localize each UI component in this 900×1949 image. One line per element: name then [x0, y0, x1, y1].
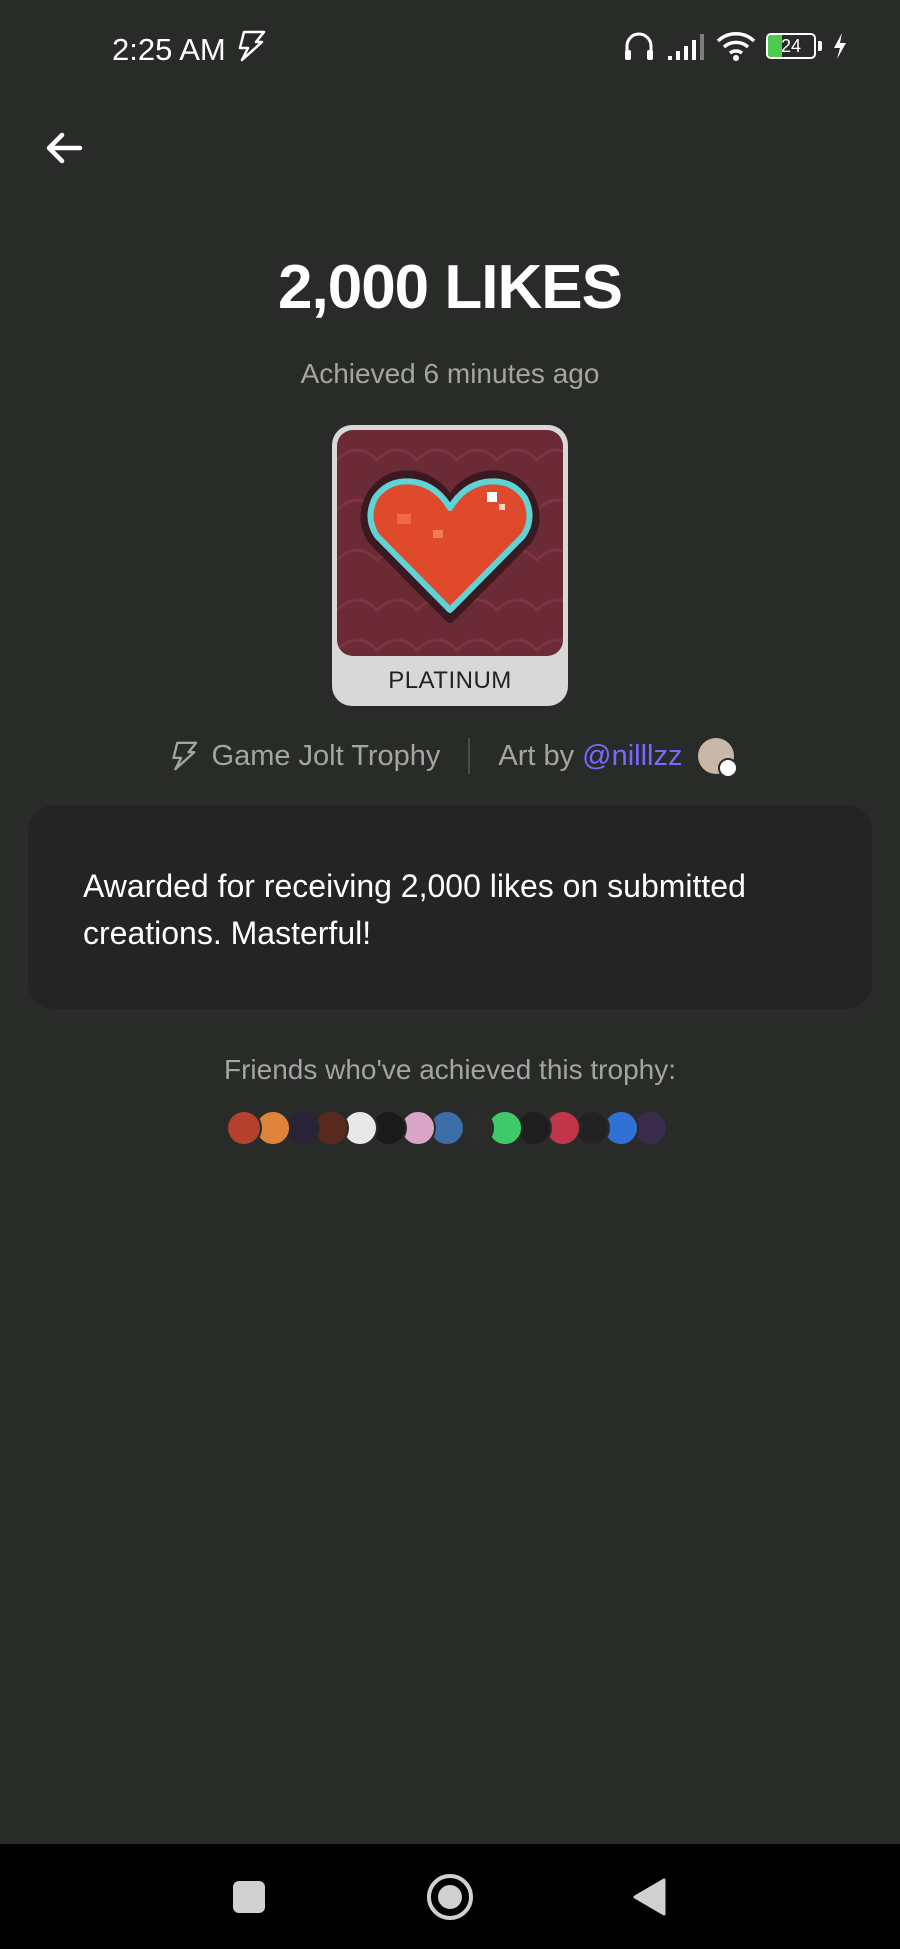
- description-card: Awarded for receiving 2,000 likes on sub…: [28, 805, 872, 1009]
- trophy-card: PLATINUM: [332, 425, 568, 706]
- artist-link[interactable]: @nilllzz: [582, 740, 682, 773]
- status-time: 2:25 AM: [112, 32, 226, 67]
- gamejolt-notification-icon: [238, 30, 266, 62]
- status-bar: 2:25 AM 24: [0, 0, 900, 100]
- battery-level: 24: [780, 36, 802, 56]
- trophy-source: Game Jolt Trophy: [211, 739, 441, 772]
- trophy-description: Awarded for receiving 2,000 likes on sub…: [83, 868, 746, 951]
- artist-avatar[interactable]: [698, 738, 739, 778]
- headphones-icon: [625, 32, 653, 60]
- charging-icon: [834, 33, 846, 59]
- verified-badge-icon: [718, 758, 739, 778]
- back-arrow-icon[interactable]: [40, 124, 90, 174]
- battery-indicator: 24: [766, 33, 816, 59]
- friend-avatar[interactable]: [226, 1110, 262, 1146]
- system-nav-bar: [0, 1844, 900, 1949]
- wifi-icon: [716, 32, 756, 61]
- trophy-title: 2,000 LIKES: [278, 253, 623, 322]
- heart-trophy-image: [337, 430, 563, 656]
- achieved-time: Achieved 6 minutes ago: [300, 358, 600, 389]
- friends-avatar-list[interactable]: [226, 1110, 668, 1146]
- friends-label: Friends who've achieved this trophy:: [223, 1054, 677, 1085]
- art-by-label: Art by: [498, 739, 575, 772]
- home-button-icon[interactable]: [425, 1872, 475, 1922]
- back-button-icon[interactable]: [632, 1878, 666, 1916]
- trophy-meta: Game Jolt Trophy Art by @nilllzz: [0, 736, 900, 778]
- trophy-tier: PLATINUM: [388, 667, 512, 694]
- recents-button-icon[interactable]: [232, 1880, 266, 1914]
- divider: [468, 738, 471, 774]
- cell-signal-icon: [668, 34, 704, 60]
- gamejolt-logo-icon: [171, 741, 197, 771]
